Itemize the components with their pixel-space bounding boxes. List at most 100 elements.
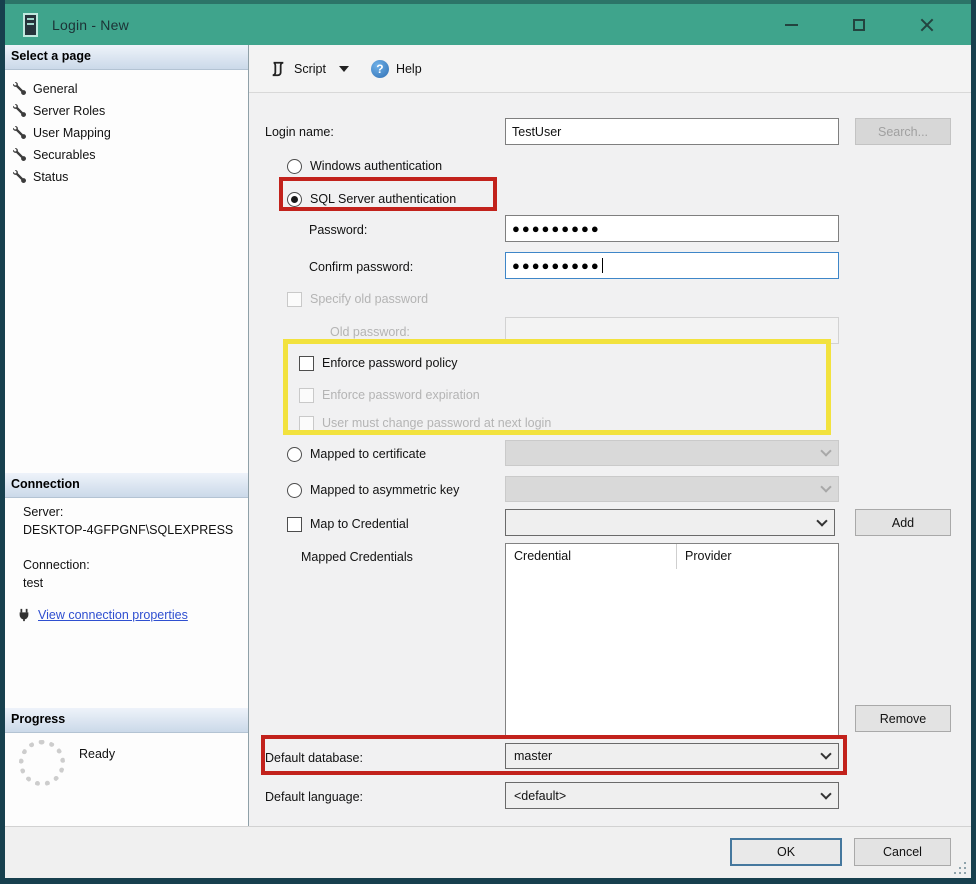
sql-authentication-radio-row[interactable]: SQL Server authentication <box>287 188 456 210</box>
windows-authentication-label: Windows authentication <box>310 159 442 173</box>
mapped-to-certificate-label: Mapped to certificate <box>310 447 426 461</box>
default-database-dropdown[interactable]: master <box>505 743 839 769</box>
script-icon <box>269 61 287 77</box>
column-header-credential[interactable]: Credential <box>506 544 676 569</box>
sidebar-item-label: Status <box>33 170 68 184</box>
mapped-to-asymmetric-key-label: Mapped to asymmetric key <box>310 483 459 497</box>
password-input[interactable]: ●●●●●●●●● <box>505 215 839 242</box>
sidebar-item-securables[interactable]: Securables <box>13 144 233 165</box>
map-to-credential-row[interactable]: Map to Credential <box>287 513 409 535</box>
script-label: Script <box>294 62 326 76</box>
default-database-value: master <box>514 749 552 763</box>
asymmetric-key-dropdown <box>505 476 839 502</box>
help-button[interactable]: ? Help <box>367 56 426 82</box>
user-must-change-password-checkbox[interactable] <box>299 416 314 431</box>
mapped-credentials-label: Mapped Credentials <box>301 550 413 564</box>
sql-authentication-label: SQL Server authentication <box>310 192 456 206</box>
sidebar-item-general[interactable]: General <box>13 78 233 99</box>
window-title: Login - New <box>52 17 769 33</box>
old-password-input <box>505 317 839 344</box>
help-icon: ? <box>371 60 389 78</box>
specify-old-password-label: Specify old password <box>310 292 428 306</box>
specify-old-password-row: Specify old password <box>287 288 428 310</box>
server-icon <box>23 13 38 37</box>
wrench-icon <box>13 170 26 183</box>
default-language-label: Default language: <box>265 790 363 804</box>
search-button[interactable]: Search... <box>855 118 951 145</box>
password-value: ●●●●●●●●● <box>512 224 601 234</box>
confirm-password-label: Confirm password: <box>309 260 413 274</box>
add-button[interactable]: Add <box>855 509 951 536</box>
close-icon <box>920 18 934 32</box>
wrench-icon <box>13 126 26 139</box>
progress-status: Ready <box>79 747 115 761</box>
confirm-password-input[interactable]: ●●●●●●●●● <box>505 252 839 279</box>
sidebar-item-label: Server Roles <box>33 104 105 118</box>
enforce-password-expiration-label: Enforce password expiration <box>322 388 480 402</box>
mapped-to-asymmetric-key-radio[interactable] <box>287 483 302 498</box>
old-password-label: Old password: <box>330 325 410 339</box>
server-label: Server: <box>23 505 63 519</box>
map-to-credential-checkbox[interactable] <box>287 517 302 532</box>
select-a-page-header: Select a page <box>5 45 248 70</box>
text-cursor <box>602 258 603 273</box>
user-must-change-password-row: User must change password at next login <box>299 412 551 434</box>
close-button[interactable] <box>905 10 949 40</box>
connection-label: Connection: <box>23 558 90 572</box>
specify-old-password-checkbox[interactable] <box>287 292 302 307</box>
minimize-icon <box>785 24 798 26</box>
wrench-icon <box>13 148 26 161</box>
chevron-down-icon <box>816 515 827 526</box>
mapped-to-certificate-row[interactable]: Mapped to certificate <box>287 443 426 465</box>
chevron-down-icon <box>820 788 831 799</box>
mapped-credentials-table[interactable]: Credential Provider <box>505 543 839 739</box>
view-connection-properties-link[interactable]: View connection properties <box>38 608 188 622</box>
chevron-down-icon <box>339 66 349 72</box>
resize-grip[interactable] <box>964 872 966 874</box>
general-page-panel: Script ? Help Login name: TestUser Searc… <box>249 45 971 826</box>
sql-authentication-radio[interactable] <box>287 192 302 207</box>
default-database-label: Default database: <box>265 751 363 765</box>
remove-button[interactable]: Remove <box>855 705 951 732</box>
connection-properties-icon <box>17 608 31 622</box>
enforce-password-expiration-checkbox[interactable] <box>299 388 314 403</box>
sidebar-item-user-mapping[interactable]: User Mapping <box>13 122 233 143</box>
default-language-dropdown[interactable]: <default> <box>505 782 839 809</box>
user-must-change-password-label: User must change password at next login <box>322 416 551 430</box>
connection-value: test <box>23 576 43 590</box>
table-header-row: Credential Provider <box>506 544 838 569</box>
minimize-button[interactable] <box>769 10 813 40</box>
chevron-down-icon <box>820 481 831 492</box>
script-button[interactable]: Script <box>265 57 359 81</box>
login-new-dialog: Login - New Select a page General Server… <box>0 0 976 884</box>
wrench-icon <box>13 104 26 117</box>
login-name-label: Login name: <box>265 125 334 139</box>
sidebar-item-label: General <box>33 82 77 96</box>
dialog-toolbar: Script ? Help <box>249 45 971 93</box>
help-label: Help <box>396 62 422 76</box>
enforce-password-policy-row[interactable]: Enforce password policy <box>299 352 457 374</box>
default-language-value: <default> <box>514 789 566 803</box>
sidebar-item-status[interactable]: Status <box>13 166 233 187</box>
credential-dropdown[interactable] <box>505 509 835 536</box>
mapped-to-asymmetric-key-row[interactable]: Mapped to asymmetric key <box>287 479 459 501</box>
map-to-credential-label: Map to Credential <box>310 517 409 531</box>
maximize-button[interactable] <box>837 10 881 40</box>
windows-authentication-radio-row[interactable]: Windows authentication <box>287 155 442 177</box>
enforce-password-policy-checkbox[interactable] <box>299 356 314 371</box>
cancel-button[interactable]: Cancel <box>854 838 951 866</box>
sidebar-item-label: Securables <box>33 148 96 162</box>
connection-header: Connection <box>5 473 248 498</box>
windows-authentication-radio[interactable] <box>287 159 302 174</box>
login-name-input[interactable]: TestUser <box>505 118 839 145</box>
mapped-to-certificate-radio[interactable] <box>287 447 302 462</box>
maximize-icon <box>853 19 865 31</box>
progress-header: Progress <box>5 708 248 733</box>
chevron-down-icon <box>820 445 831 456</box>
ok-button[interactable]: OK <box>730 838 842 866</box>
confirm-password-value: ●●●●●●●●● <box>512 261 601 271</box>
password-label: Password: <box>309 223 367 237</box>
login-name-value: TestUser <box>512 125 561 139</box>
sidebar-item-server-roles[interactable]: Server Roles <box>13 100 233 121</box>
column-header-provider[interactable]: Provider <box>676 544 838 569</box>
